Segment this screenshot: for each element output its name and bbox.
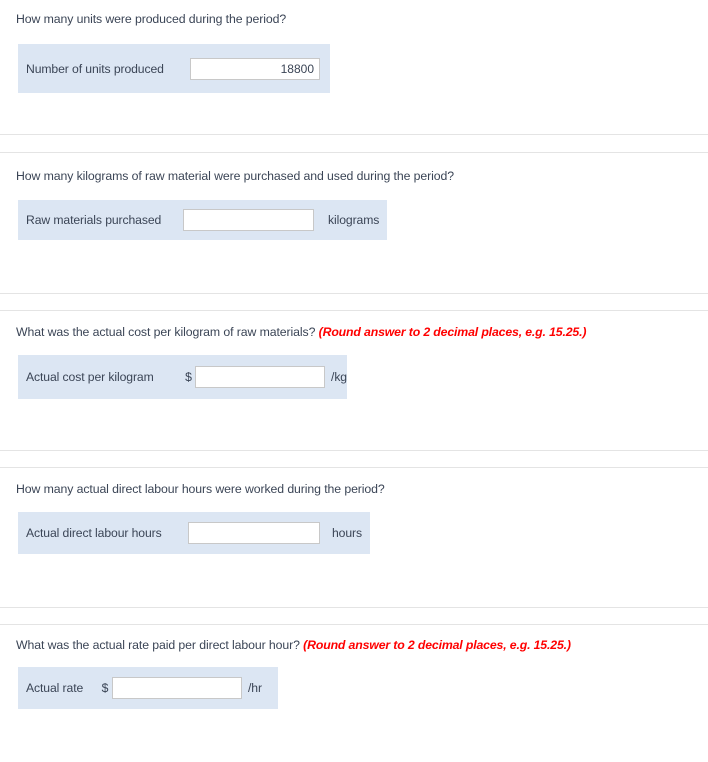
answer-label-4: Actual direct labour hours — [26, 526, 162, 540]
answer-label-2: Raw materials purchased — [26, 213, 162, 227]
currency-symbol-3: $ — [185, 370, 192, 384]
answer-panel-4: Actual direct labour hours hours — [18, 512, 370, 554]
question-prompt-1-text: How many units were produced during the … — [16, 12, 287, 26]
answer-unit-4: hours — [332, 526, 362, 540]
section-divider-4b — [0, 624, 708, 625]
question-prompt-4-text: How many actual direct labour hours were… — [16, 482, 385, 496]
question-prompt-3: What was the actual cost per kilogram of… — [16, 324, 586, 340]
question-prompt-5: What was the actual rate paid per direct… — [16, 637, 571, 653]
section-divider-4a — [0, 607, 708, 608]
answer-label-1: Number of units produced — [26, 61, 164, 76]
question-prompt-5-text: What was the actual rate paid per direct… — [16, 638, 300, 652]
question-hint-3: (Round answer to 2 decimal places, e.g. … — [318, 325, 587, 339]
section-divider-3b — [0, 467, 708, 468]
answer-unit-3: /kg — [331, 370, 347, 384]
question-prompt-4: How many actual direct labour hours were… — [16, 481, 385, 497]
answer-input-5[interactable] — [112, 677, 242, 699]
section-divider-2a — [0, 293, 708, 294]
question-prompt-2-text: How many kilograms of raw material were … — [16, 169, 454, 183]
answer-input-3[interactable] — [195, 366, 326, 388]
question-hint-5: (Round answer to 2 decimal places, e.g. … — [303, 638, 571, 652]
section-divider-2b — [0, 310, 708, 311]
question-prompt-3-text: What was the actual cost per kilogram of… — [16, 325, 316, 339]
answer-unit-2: kilograms — [328, 213, 380, 227]
currency-symbol-5: $ — [101, 681, 109, 695]
answer-panel-1: Number of units produced — [18, 44, 330, 93]
section-divider-3a — [0, 450, 708, 451]
answer-unit-5: /hr — [248, 681, 262, 695]
answer-panel-5: Actual rate $ /hr — [18, 667, 278, 709]
answer-label-3: Actual cost per kilogram — [26, 370, 154, 384]
answer-input-2[interactable] — [183, 209, 314, 231]
answer-input-1[interactable] — [190, 57, 320, 80]
answer-input-4[interactable] — [188, 522, 320, 544]
question-prompt-1: How many units were produced during the … — [16, 11, 286, 27]
section-divider-1b — [0, 152, 708, 153]
section-divider-1a — [0, 134, 708, 135]
worksheet-page: How many units were produced during the … — [0, 0, 708, 762]
answer-label-5: Actual rate — [26, 681, 84, 695]
answer-panel-2: Raw materials purchased kilograms — [18, 200, 387, 240]
question-prompt-2: How many kilograms of raw material were … — [16, 168, 454, 184]
answer-panel-3: Actual cost per kilogram $ /kg — [18, 355, 347, 399]
